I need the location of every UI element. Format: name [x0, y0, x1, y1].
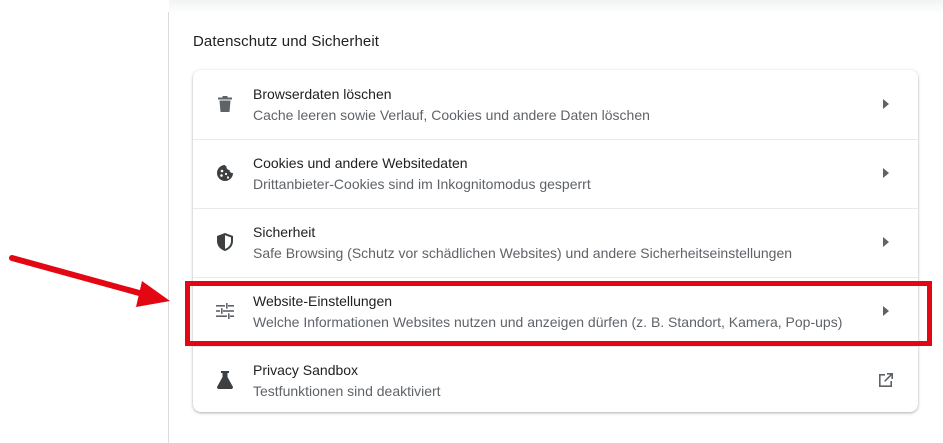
- content-divider: [168, 12, 169, 443]
- cookie-icon: [215, 163, 235, 183]
- settings-row-security[interactable]: Sicherheit Safe Browsing (Schutz vor sch…: [193, 208, 918, 277]
- tune-sliders-icon: [215, 301, 235, 321]
- row-subtitle: Cache leeren sowie Verlauf, Cookies und …: [253, 107, 650, 123]
- trash-icon: [215, 94, 235, 114]
- section-title: Datenschutz und Sicherheit: [193, 33, 380, 50]
- row-subtitle: Drittanbieter-Cookies sind im Inkognitom…: [253, 176, 591, 192]
- row-title: Browserdaten löschen: [253, 86, 392, 102]
- row-subtitle: Testfunktionen sind deaktiviert: [253, 383, 441, 399]
- flask-icon: [215, 370, 235, 390]
- open-in-new-icon[interactable]: [876, 370, 896, 390]
- chevron-right-icon[interactable]: [876, 301, 896, 321]
- privacy-settings-card: Browserdaten löschen Cache leeren sowie …: [193, 70, 918, 412]
- settings-page: Datenschutz und Sicherheit Browserdaten …: [0, 0, 943, 443]
- settings-row-site-settings[interactable]: Website-Einstellungen Welche Information…: [193, 277, 918, 346]
- row-divider: [193, 208, 918, 209]
- chevron-right-icon[interactable]: [876, 163, 896, 183]
- settings-row-cookies[interactable]: Cookies und andere Websitedaten Drittanb…: [193, 139, 918, 208]
- left-sidebar-area: [0, 0, 168, 443]
- row-divider: [193, 277, 918, 278]
- row-divider: [193, 139, 918, 140]
- shield-icon: [215, 232, 235, 252]
- row-title: Website-Einstellungen: [253, 293, 393, 309]
- settings-row-clear-browsing-data[interactable]: Browserdaten löschen Cache leeren sowie …: [193, 70, 918, 139]
- row-subtitle: Safe Browsing (Schutz vor schädlichen We…: [253, 245, 793, 261]
- row-title: Sicherheit: [253, 224, 316, 240]
- row-subtitle: Welche Informationen Websites nutzen und…: [253, 314, 843, 330]
- row-divider: [193, 346, 918, 347]
- chevron-right-icon[interactable]: [876, 94, 896, 114]
- settings-row-privacy-sandbox[interactable]: Privacy Sandbox Testfunktionen sind deak…: [193, 346, 918, 412]
- chevron-right-icon[interactable]: [876, 232, 896, 252]
- row-title: Cookies und andere Websitedaten: [253, 155, 468, 171]
- row-title: Privacy Sandbox: [253, 362, 359, 378]
- toolbar-shadow: [169, 0, 943, 14]
